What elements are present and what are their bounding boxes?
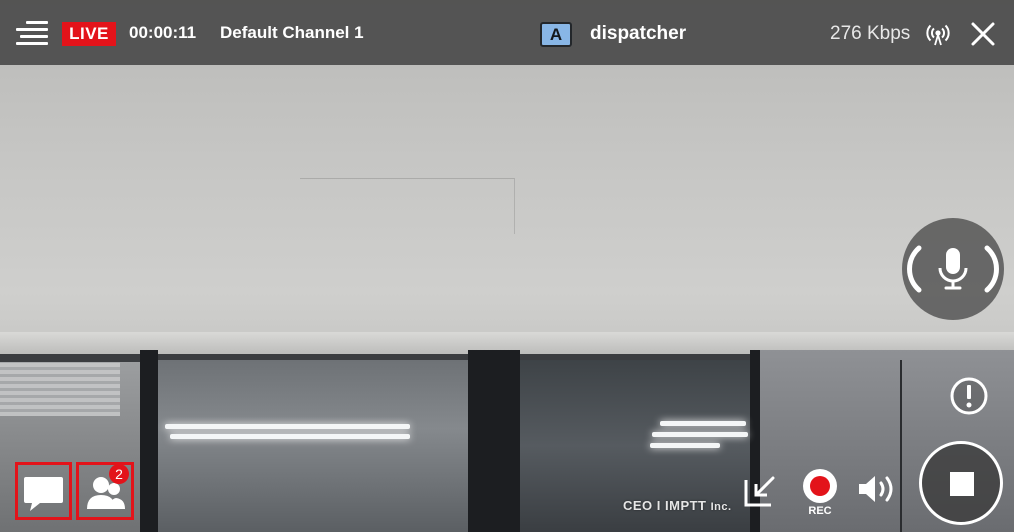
- record-button[interactable]: REC: [800, 469, 840, 521]
- exclamation-circle-icon[interactable]: [949, 376, 989, 416]
- top-bar: LIVE 00:00:11 Default Channel 1 A dispat…: [0, 0, 1014, 65]
- ceiling-light: [170, 434, 410, 439]
- watermark-suffix: Inc.: [710, 501, 732, 513]
- push-to-talk-button[interactable]: [902, 218, 1004, 320]
- watermark-text: CEO I IMPTT: [623, 498, 707, 513]
- close-icon[interactable]: [967, 18, 999, 50]
- ceiling-light: [652, 432, 748, 437]
- chat-bubble-icon: [24, 477, 63, 511]
- speaker-icon[interactable]: [856, 471, 902, 507]
- glass-frame: [140, 350, 158, 532]
- user-badge: A: [540, 22, 572, 47]
- members-count-badge: 2: [109, 464, 129, 484]
- ceiling-light: [165, 424, 410, 429]
- minimize-arrow-icon[interactable]: [743, 472, 779, 508]
- glass-frame: [468, 350, 520, 532]
- bitrate-readout: 276 Kbps: [830, 23, 911, 44]
- elapsed-time: 00:00:11: [129, 23, 197, 42]
- user-name: dispatcher: [590, 23, 687, 44]
- channel-name[interactable]: Default Channel 1: [220, 23, 364, 43]
- video-feed: [0, 0, 1014, 532]
- live-badge: LIVE: [62, 22, 116, 46]
- ceiling-light: [660, 421, 746, 426]
- broadcast-signal-icon: [926, 24, 950, 46]
- stop-square-icon: [950, 472, 974, 496]
- ceiling-light: [650, 443, 720, 448]
- menu-lines-icon[interactable]: [16, 19, 48, 47]
- chat-button[interactable]: [15, 462, 72, 520]
- window-blinds: [0, 356, 120, 416]
- video-watermark: CEO I IMPTT Inc.: [623, 498, 732, 513]
- record-label: REC: [808, 505, 832, 517]
- stop-broadcast-button[interactable]: [919, 441, 1003, 525]
- microphone-icon: [907, 245, 999, 293]
- ceiling-seam: [300, 178, 515, 234]
- glass-panel: [158, 360, 468, 532]
- record-dot-icon: [803, 469, 837, 503]
